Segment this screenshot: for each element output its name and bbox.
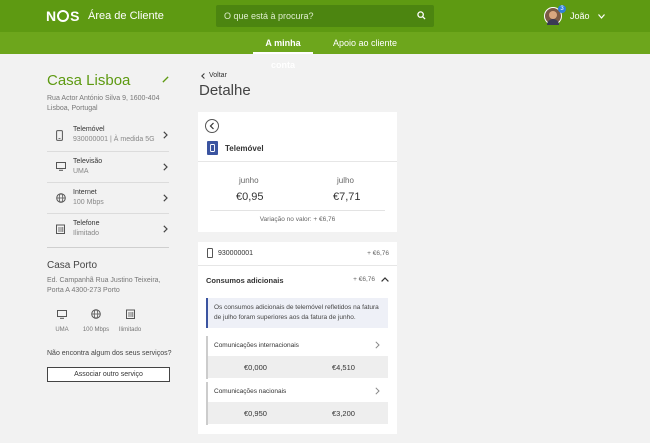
- page-title: Detalhe: [199, 82, 251, 99]
- back-link[interactable]: Voltar: [201, 72, 227, 79]
- info-message: Os consumos adicionais de telemóvel refl…: [206, 298, 388, 328]
- back-circle-button[interactable]: [205, 119, 219, 133]
- chevron-down-icon[interactable]: [597, 13, 605, 19]
- service-title: Internet: [73, 189, 97, 196]
- july-value: €3,200: [332, 409, 355, 418]
- chevron-right-icon[interactable]: [163, 131, 168, 139]
- chevron-right-icon[interactable]: [163, 163, 168, 171]
- mini-service-tv[interactable]: UMA: [47, 306, 77, 333]
- back-label: Voltar: [209, 72, 227, 79]
- tv-icon: [56, 162, 66, 171]
- service-item-internet[interactable]: Internet 100 Mbps: [47, 182, 169, 213]
- service-item-tv[interactable]: Televisão UMA: [47, 151, 169, 182]
- card-service-label: Telemóvel: [225, 144, 264, 153]
- mini-service-label: Ilimitado: [118, 327, 142, 333]
- avatar[interactable]: 3: [544, 5, 566, 25]
- consumos-accordion-header[interactable]: Consumos adicionais + €6,76: [198, 266, 397, 294]
- chevron-right-icon[interactable]: [163, 225, 168, 233]
- top-bar: NS Área de Cliente 3 João: [0, 0, 650, 32]
- mobile-icon: [207, 248, 213, 258]
- home-title: Casa Lisboa: [47, 72, 131, 89]
- pencil-icon[interactable]: [162, 76, 169, 83]
- tv-icon: [57, 310, 67, 319]
- landline-icon: [125, 309, 135, 319]
- month-amount: €7,71: [333, 191, 361, 203]
- mobile-icon: [56, 130, 63, 141]
- june-value: €0,000: [244, 363, 267, 372]
- user-menu[interactable]: 3 João: [544, 5, 605, 25]
- consumos-title: Consumos adicionais: [206, 276, 284, 285]
- service-item-mobile[interactable]: Telemóvel 930000001 | À medida 5G: [47, 120, 169, 151]
- number-variation: + €6,76: [367, 250, 389, 257]
- month-label: julho: [337, 176, 354, 185]
- mini-service-phone[interactable]: Ilimitado: [115, 306, 145, 333]
- consumption-label: Comunicações internacionais: [214, 342, 299, 349]
- home-address: Rua Actor António Silva 9, 1600-404 Lisb…: [47, 95, 160, 112]
- june-value: €0,950: [244, 409, 267, 418]
- tab-support[interactable]: Apoio ao cliente: [330, 32, 400, 54]
- service-title: Televisão: [73, 158, 103, 165]
- divider: [210, 210, 385, 211]
- chevron-right-icon[interactable]: [375, 387, 380, 395]
- mini-service-label: 100 Mbps: [82, 327, 110, 333]
- mobile-icon: [207, 141, 218, 155]
- home2-address: Ed. Campanhã Rua Justino Teixeira, Porta…: [47, 277, 161, 294]
- service-subtitle: UMA: [73, 168, 89, 175]
- landline-icon: [56, 224, 65, 234]
- month-label: junho: [239, 176, 259, 185]
- mini-service-internet[interactable]: 100 Mbps: [81, 306, 111, 333]
- nos-logo[interactable]: NS: [46, 8, 80, 24]
- chevron-left-icon: [209, 122, 214, 130]
- consumption-item[interactable]: Comunicações nacionais €0,950 €3,200: [206, 382, 388, 425]
- search-icon[interactable]: [417, 11, 426, 20]
- sidebar: Casa Lisboa Rua Actor António Silva 9, 1…: [0, 54, 198, 443]
- globe-icon: [91, 309, 101, 319]
- service-item-phone[interactable]: Telefone Ilimitado: [47, 213, 169, 244]
- search-input[interactable]: [224, 9, 404, 23]
- notification-badge: 3: [558, 5, 566, 13]
- service-list: Telemóvel 930000001 | À medida 5G Televi…: [47, 120, 169, 244]
- consumption-item[interactable]: Comunicações internacionais €0,000 €4,51…: [206, 336, 388, 379]
- tab-my-account[interactable]: A minha conta: [253, 32, 313, 70]
- july-value: €4,510: [332, 363, 355, 372]
- service-subtitle: Ilimitado: [73, 230, 100, 237]
- home2-title[interactable]: Casa Porto: [47, 260, 97, 271]
- search-box[interactable]: [216, 5, 434, 27]
- main-nav: A minha conta Apoio ao cliente: [0, 32, 650, 70]
- phone-number-row: 930000001 + €6,76: [198, 242, 397, 266]
- consumos-value: + €6,76: [353, 276, 375, 283]
- home2-services: UMA 100 Mbps Ilimitado: [47, 306, 157, 333]
- variation-text: Variação no valor: + €6,76: [259, 216, 336, 223]
- service-subtitle: 100 Mbps: [73, 199, 104, 206]
- globe-icon: [56, 193, 66, 203]
- associate-service-button[interactable]: Associar outro serviço: [47, 367, 170, 382]
- comparison-card: Telemóvel junho €0,95 julho €7,71 Variaç…: [198, 112, 397, 232]
- chevron-right-icon[interactable]: [375, 341, 380, 349]
- service-title: Telemóvel: [73, 126, 105, 133]
- detail-card: 930000001 + €6,76 Consumos adicionais + …: [198, 242, 397, 434]
- user-name[interactable]: João: [570, 11, 590, 21]
- mini-service-label: UMA: [55, 327, 69, 333]
- card-header: Telemóvel: [198, 138, 397, 162]
- missing-services-question: Não encontra algum dos seus serviços?: [47, 350, 172, 357]
- phone-number: 930000001: [218, 250, 254, 257]
- app-title: Área de Cliente: [88, 10, 164, 22]
- service-subtitle: 930000001 | À medida 5G: [73, 136, 155, 143]
- chevron-left-icon: [201, 72, 205, 79]
- service-title: Telefone: [73, 220, 100, 227]
- month-amount: €0,95: [236, 191, 264, 203]
- consumption-label: Comunicações nacionais: [214, 388, 287, 395]
- chevron-right-icon[interactable]: [163, 194, 168, 202]
- chevron-up-icon[interactable]: [381, 277, 389, 282]
- divider: [47, 247, 169, 248]
